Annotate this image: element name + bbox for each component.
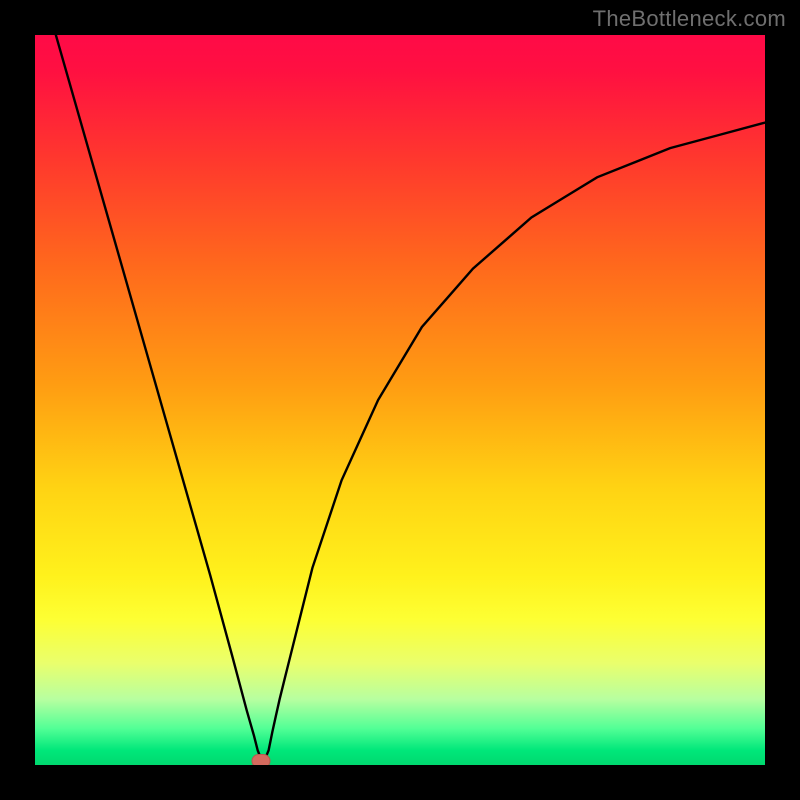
plot-area [35,35,765,765]
curve-svg [35,35,765,765]
chart-frame: TheBottleneck.com [0,0,800,800]
bottleneck-curve [35,35,765,759]
optimal-marker [252,754,271,765]
watermark-text: TheBottleneck.com [593,6,786,32]
